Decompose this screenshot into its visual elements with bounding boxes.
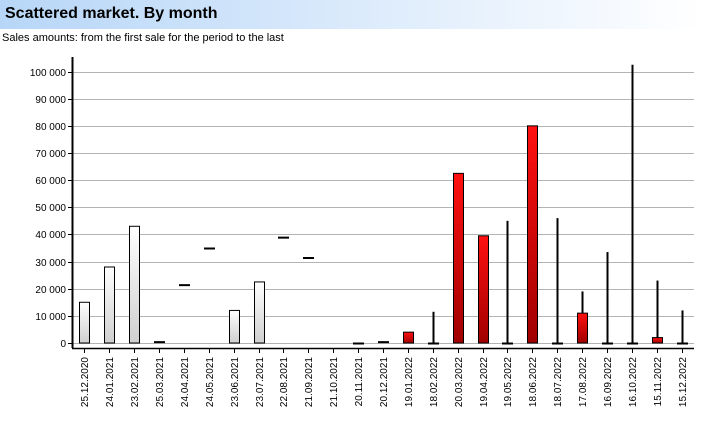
x-tick-label: 25.03.2021 xyxy=(155,357,166,407)
x-tick-label: 19.05.2022 xyxy=(503,357,514,407)
x-tick-label: 24.01.2021 xyxy=(105,357,116,407)
candle-up xyxy=(254,281,265,344)
x-tick-label: 18.02.2022 xyxy=(429,357,440,407)
y-tick-label: 10 000 xyxy=(35,312,66,323)
y-tick-label: 30 000 xyxy=(35,258,66,269)
x-tick-label: 18.06.2022 xyxy=(528,357,539,407)
y-tick-label: 100 000 xyxy=(30,68,67,79)
x-tick-label: 24.04.2021 xyxy=(180,357,191,407)
x-tick-label: 25.12.2020 xyxy=(80,357,91,407)
x-tick-label: 15.12.2022 xyxy=(678,357,689,407)
y-tick-label: 90 000 xyxy=(35,95,66,106)
x-tick-label: 15.11.2022 xyxy=(653,357,664,407)
candle-down xyxy=(403,331,414,344)
candle-down xyxy=(527,125,538,344)
x-tick-label: 20.11.2021 xyxy=(354,357,365,407)
candle-up xyxy=(229,309,240,344)
x-tick-label: 20.12.2021 xyxy=(379,357,390,407)
x-tick-label: 23.02.2021 xyxy=(130,357,141,407)
candle-down xyxy=(478,235,489,344)
y-tick-label: 70 000 xyxy=(35,149,66,160)
x-tick-label: 16.09.2022 xyxy=(603,357,614,407)
candle-up xyxy=(104,266,115,344)
x-tick-label: 21.09.2021 xyxy=(304,357,315,407)
candle-down xyxy=(652,337,663,344)
y-tick-label: 50 000 xyxy=(35,203,66,214)
y-tick-label: 20 000 xyxy=(35,285,66,296)
candle-up xyxy=(129,225,140,344)
candle-down xyxy=(453,172,464,344)
candle-up xyxy=(79,301,90,344)
x-tick-label: 22.08.2021 xyxy=(279,357,290,407)
x-tick-label: 23.07.2021 xyxy=(255,357,266,407)
x-tick-label: 20.03.2022 xyxy=(454,357,465,407)
y-tick-label: 0 xyxy=(60,339,66,350)
y-tick-label: 40 000 xyxy=(35,230,66,241)
x-tick-label: 23.06.2021 xyxy=(230,357,241,407)
x-tick-label: 16.10.2022 xyxy=(628,357,639,407)
x-tick-label: 21.10.2021 xyxy=(329,357,340,407)
x-tick-label: 19.01.2022 xyxy=(404,357,415,407)
x-tick-label: 24.05.2021 xyxy=(205,357,216,407)
y-tick-label: 60 000 xyxy=(35,176,66,187)
x-tick-label: 17.08.2022 xyxy=(578,357,589,407)
x-tick-label: 18.07.2022 xyxy=(553,357,564,407)
x-tick-label: 19.04.2022 xyxy=(479,357,490,407)
candlestick-chart: 0 10 000 20 000 30 000 40 000 50 000 60 000 70 … xyxy=(30,57,694,407)
y-tick-label: 80 000 xyxy=(35,122,66,133)
candle-down xyxy=(577,312,588,344)
